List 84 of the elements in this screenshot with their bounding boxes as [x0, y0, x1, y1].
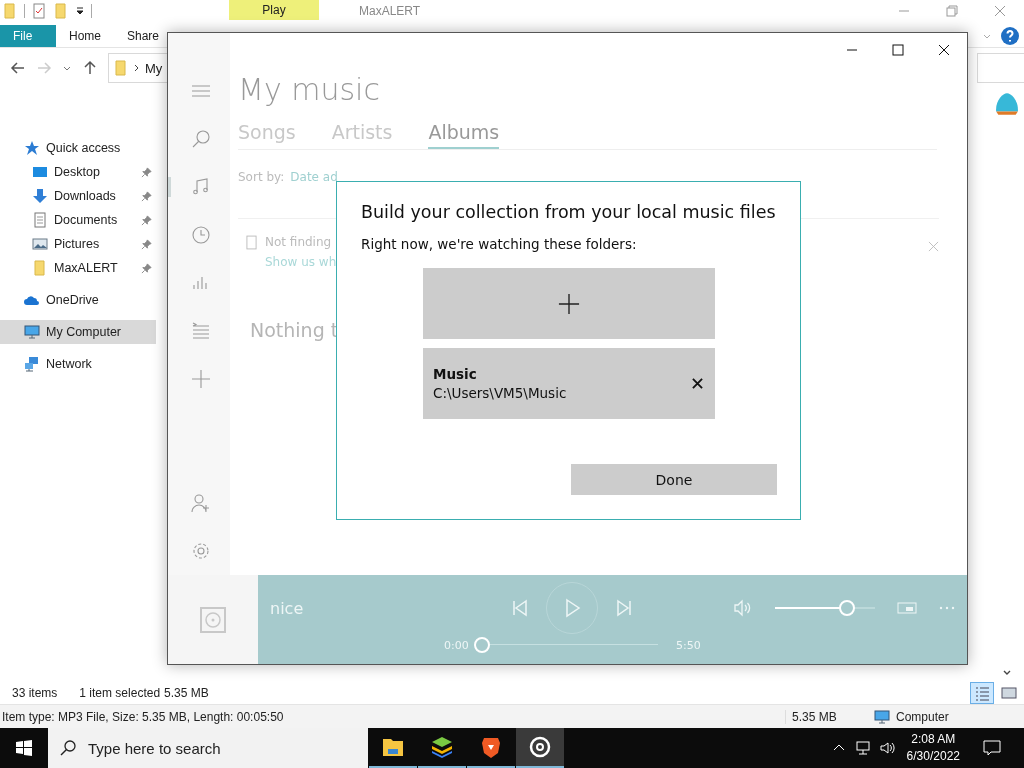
page-title: My music — [238, 71, 381, 109]
sort-label: Sort by: — [238, 170, 285, 186]
up-arrow-icon[interactable] — [82, 60, 98, 76]
ribbon-tab[interactable]: File — [0, 25, 56, 47]
nav-item[interactable]: Desktop — [0, 160, 156, 184]
selection-size: 5.35 MB — [164, 686, 209, 700]
taskbar-app[interactable] — [516, 728, 564, 768]
seek-thumb[interactable] — [474, 637, 490, 653]
done-button[interactable]: Done — [571, 464, 777, 495]
windows-start-icon[interactable] — [16, 740, 32, 756]
album-art-placeholder-icon — [200, 606, 226, 633]
nav-item[interactable]: Downloads — [0, 184, 156, 208]
dialog-message: Right now, we're watching these folders: — [361, 236, 638, 252]
details-text: Item type: MP3 File, Size: 5.35 MB, Length: 00:05:50 — [2, 709, 285, 724]
nav-item[interactable]: Pictures — [0, 232, 156, 256]
new-folder-icon[interactable] — [53, 3, 69, 19]
music-note-icon — [190, 177, 211, 197]
item-count: 33 items — [12, 686, 58, 700]
clock[interactable]: 2:08 AM 6/30/2022 — [906, 731, 960, 765]
network-icon[interactable] — [854, 740, 871, 756]
download-arrow-icon — [32, 188, 48, 204]
document-outline-icon — [246, 235, 257, 250]
forward-arrow-icon[interactable] — [36, 60, 52, 76]
document-icon — [32, 212, 48, 228]
restore-icon[interactable] — [946, 5, 958, 17]
picture-file-icon — [32, 236, 48, 252]
folder-icon — [32, 260, 48, 276]
nav-item[interactable]: Quick access — [0, 136, 156, 160]
notice-text: Not finding — [265, 235, 333, 249]
volume-icon[interactable] — [733, 598, 753, 618]
disc-icon — [528, 735, 552, 759]
back-arrow-icon[interactable] — [10, 60, 26, 76]
search-field[interactable] — [977, 53, 1024, 83]
list-icon — [190, 321, 211, 341]
maximize-icon[interactable] — [892, 44, 904, 56]
next-icon[interactable] — [614, 598, 634, 618]
location-text: Computer — [896, 709, 949, 724]
person-plus-icon — [190, 493, 211, 513]
stacked-layers-icon — [430, 735, 454, 759]
nav-item[interactable]: Network — [0, 352, 156, 376]
plus-icon — [190, 369, 211, 389]
elapsed-time: 0:00 — [444, 638, 466, 652]
clock-time: 2:08 AM — [911, 731, 956, 748]
folder-name: Music — [433, 366, 478, 382]
nav-item[interactable]: Documents — [0, 208, 156, 232]
star-icon — [24, 140, 40, 156]
close-icon[interactable] — [938, 44, 950, 56]
track-title: nice — [269, 598, 305, 618]
help-icon[interactable] — [1000, 26, 1020, 46]
network-icon — [24, 356, 40, 372]
volume-thumb[interactable] — [839, 600, 855, 616]
dialog-title: Build your collection from your local music files — [361, 202, 777, 222]
monitor-icon — [24, 324, 40, 340]
dismiss-icon[interactable] — [928, 241, 939, 252]
context-tab[interactable]: Play — [229, 0, 319, 20]
search-icon — [60, 740, 76, 756]
search-icon — [190, 129, 211, 149]
settings-icon — [190, 541, 211, 561]
ribbon-tab[interactable]: Share — [114, 25, 164, 47]
properties-icon[interactable] — [31, 3, 47, 19]
nav-item[interactable]: MaxALERT — [0, 256, 156, 280]
duration-time: 5:50 — [676, 638, 698, 652]
notifications-icon[interactable] — [982, 738, 1002, 758]
folder-tile[interactable]: Music C:\Users\VM5\Music — [423, 348, 715, 419]
customize-dropdown-icon[interactable] — [75, 6, 85, 16]
chevron-icon — [133, 63, 141, 73]
folder-icon — [113, 60, 129, 76]
clock-date: 6/30/2022 — [906, 748, 960, 765]
nav-item[interactable]: My Computer — [0, 320, 156, 344]
monitor-icon — [874, 708, 890, 725]
nav-item[interactable]: OneDrive — [0, 288, 156, 312]
remove-icon[interactable] — [692, 378, 703, 389]
plus-icon — [558, 292, 580, 315]
window-title: MaxALERT — [359, 3, 421, 20]
folder-icon[interactable] — [2, 3, 18, 19]
speaker-icon[interactable] — [878, 740, 895, 756]
selection-status: 1 item selected — [79, 686, 161, 700]
taskbar-search-field[interactable]: Type here to search — [48, 728, 368, 768]
ribbon-tab[interactable]: Home — [56, 25, 114, 47]
folder-path: C:\Users\VM5\Music — [433, 385, 568, 401]
clock-icon — [190, 225, 211, 245]
details-view-icon[interactable] — [970, 682, 994, 704]
desktop-icon — [32, 164, 48, 180]
previous-icon[interactable] — [510, 598, 530, 618]
